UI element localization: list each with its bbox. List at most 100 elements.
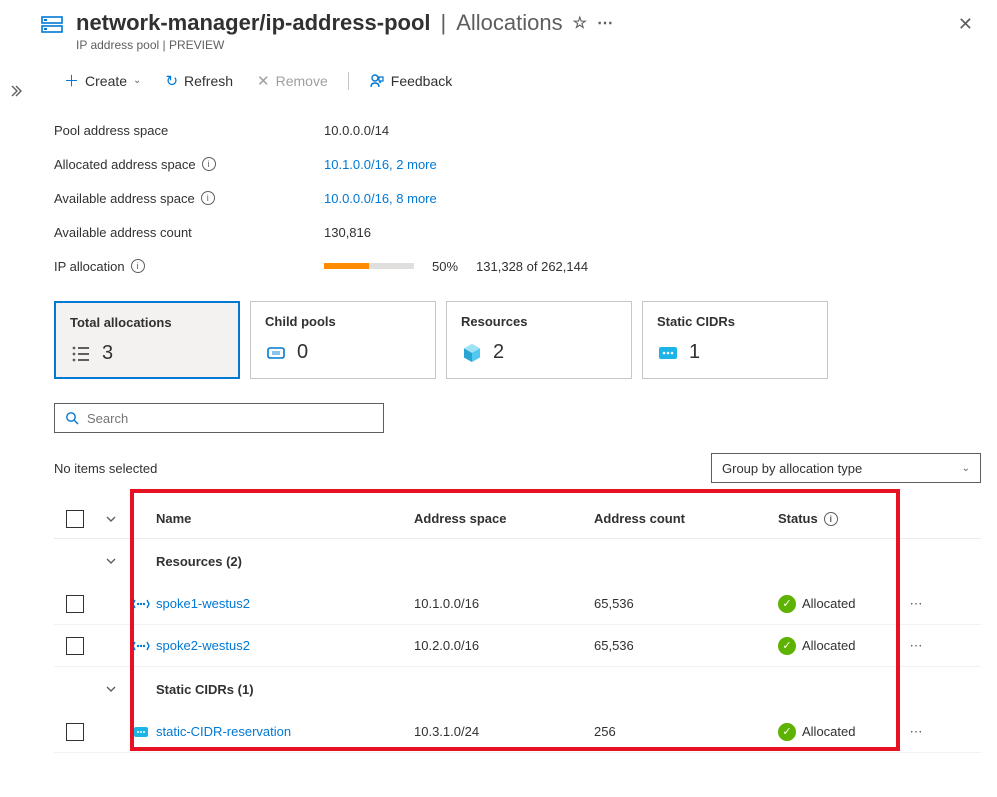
status-text: Allocated [802,724,855,739]
resource-link[interactable]: spoke1-westus2 [156,596,414,611]
card-count: 0 [297,341,308,364]
success-icon: ✓ [778,637,796,655]
success-icon: ✓ [778,723,796,741]
resource-subtitle: IP address pool | PREVIEW [76,38,950,52]
static-cidr-icon [657,342,679,364]
table-row[interactable]: spoke1-westus2 10.1.0.0/16 65,536 ✓ Allo… [54,583,981,625]
group-by-dropdown[interactable]: Group by allocation type ⌄ [711,453,981,483]
card-title: Child pools [265,314,421,329]
table-row[interactable]: static-CIDR-reservation 10.3.1.0/24 256 … [54,711,981,753]
toolbar-separator [348,72,349,90]
expand-rail-icon[interactable] [8,84,22,98]
column-address-space[interactable]: Address space [414,511,594,526]
pool-address-space-label: Pool address space [54,123,324,138]
create-label: Create [85,73,127,89]
info-icon[interactable]: i [824,512,838,526]
group-row-static-cidrs[interactable]: Static CIDRs (1) [54,667,981,711]
ip-allocation-progress [324,263,414,269]
remove-button: ✕ Remove [247,68,338,94]
more-actions-icon[interactable]: ⋯ [597,13,613,33]
column-name[interactable]: Name [156,511,414,526]
resource-link[interactable]: spoke2-westus2 [156,638,414,653]
column-address-count[interactable]: Address count [594,511,778,526]
card-title: Static CIDRs [657,314,813,329]
available-address-count-label: Available address count [54,225,324,240]
ip-allocation-of: 131,328 of 262,144 [476,259,588,274]
success-icon: ✓ [778,595,796,613]
group-label: Static CIDRs (1) [156,682,254,697]
remove-icon: ✕ [257,72,270,90]
available-address-space-label: Available address space [54,191,195,206]
chevron-down-icon: ⌄ [962,463,970,474]
close-icon[interactable]: ✕ [950,10,981,39]
resource-link[interactable]: static-CIDR-reservation [156,724,414,739]
group-label: Resources (2) [156,554,242,569]
address-count-value: 65,536 [594,596,778,611]
ip-pool-icon [40,14,66,40]
row-checkbox[interactable] [66,723,84,741]
search-input[interactable] [87,411,373,426]
info-icon[interactable]: i [202,157,216,171]
refresh-icon: ↻ [165,72,178,90]
row-more-icon[interactable]: ⋯ [898,638,934,654]
info-icon[interactable]: i [201,191,215,205]
row-checkbox[interactable] [66,637,84,655]
card-child-pools[interactable]: Child pools 0 [250,301,436,379]
refresh-button[interactable]: ↻ Refresh [155,68,243,94]
create-button[interactable]: ＋ Create ⌄ [54,66,151,95]
resource-path: network-manager/ip-address-pool [76,10,431,36]
card-total-allocations[interactable]: Total allocations 3 [54,301,240,379]
static-cidr-icon [126,723,156,741]
vnet-icon [126,595,156,613]
selection-summary: No items selected [54,461,157,476]
favorite-star-icon[interactable]: ☆ [573,13,587,33]
title-separator: | [441,10,447,36]
chevron-down-icon[interactable] [96,683,126,695]
card-static-cidrs[interactable]: Static CIDRs 1 [642,301,828,379]
table-header: Name Address space Address count Status … [54,499,981,539]
resource-cube-icon [461,342,483,364]
group-by-value: Group by allocation type [722,461,862,476]
card-count: 3 [102,342,113,365]
vnet-icon [126,637,156,655]
search-icon [65,411,79,425]
row-more-icon[interactable]: ⋯ [898,596,934,612]
ip-allocation-percent: 50% [432,259,458,274]
collapse-all-toggle[interactable] [96,513,126,525]
status-text: Allocated [802,596,855,611]
address-space-value: 10.3.1.0/24 [414,724,594,739]
page-section-title: Allocations [456,10,562,36]
ip-allocation-label: IP allocation [54,259,125,274]
chevron-down-icon[interactable] [96,555,126,567]
address-space-value: 10.2.0.0/16 [414,638,594,653]
progress-fill [324,263,369,269]
allocated-address-space-label: Allocated address space [54,157,196,172]
card-resources[interactable]: Resources 2 [446,301,632,379]
available-address-count-value: 130,816 [324,225,371,240]
feedback-label: Feedback [391,73,452,89]
status-badge: ✓ Allocated [778,723,855,741]
row-more-icon[interactable]: ⋯ [898,724,934,740]
status-text: Allocated [802,638,855,653]
status-badge: ✓ Allocated [778,637,855,655]
status-badge: ✓ Allocated [778,595,855,613]
allocated-address-space-link[interactable]: 10.1.0.0/16, 2 more [324,157,437,172]
available-address-space-link[interactable]: 10.0.0.0/16, 8 more [324,191,437,206]
address-count-value: 65,536 [594,638,778,653]
address-space-value: 10.1.0.0/16 [414,596,594,611]
card-count: 2 [493,341,504,364]
group-row-resources[interactable]: Resources (2) [54,539,981,583]
table-row[interactable]: spoke2-westus2 10.2.0.0/16 65,536 ✓ Allo… [54,625,981,667]
info-icon[interactable]: i [131,259,145,273]
pool-address-space-value: 10.0.0.0/14 [324,123,389,138]
feedback-icon [369,73,385,89]
child-pool-icon [265,342,287,364]
list-icon [70,343,92,365]
feedback-button[interactable]: Feedback [359,69,462,93]
select-all-checkbox[interactable] [66,510,84,528]
card-title: Resources [461,314,617,329]
row-checkbox[interactable] [66,595,84,613]
card-title: Total allocations [70,315,224,330]
search-box[interactable] [54,403,384,433]
column-status[interactable]: Status [778,511,818,526]
